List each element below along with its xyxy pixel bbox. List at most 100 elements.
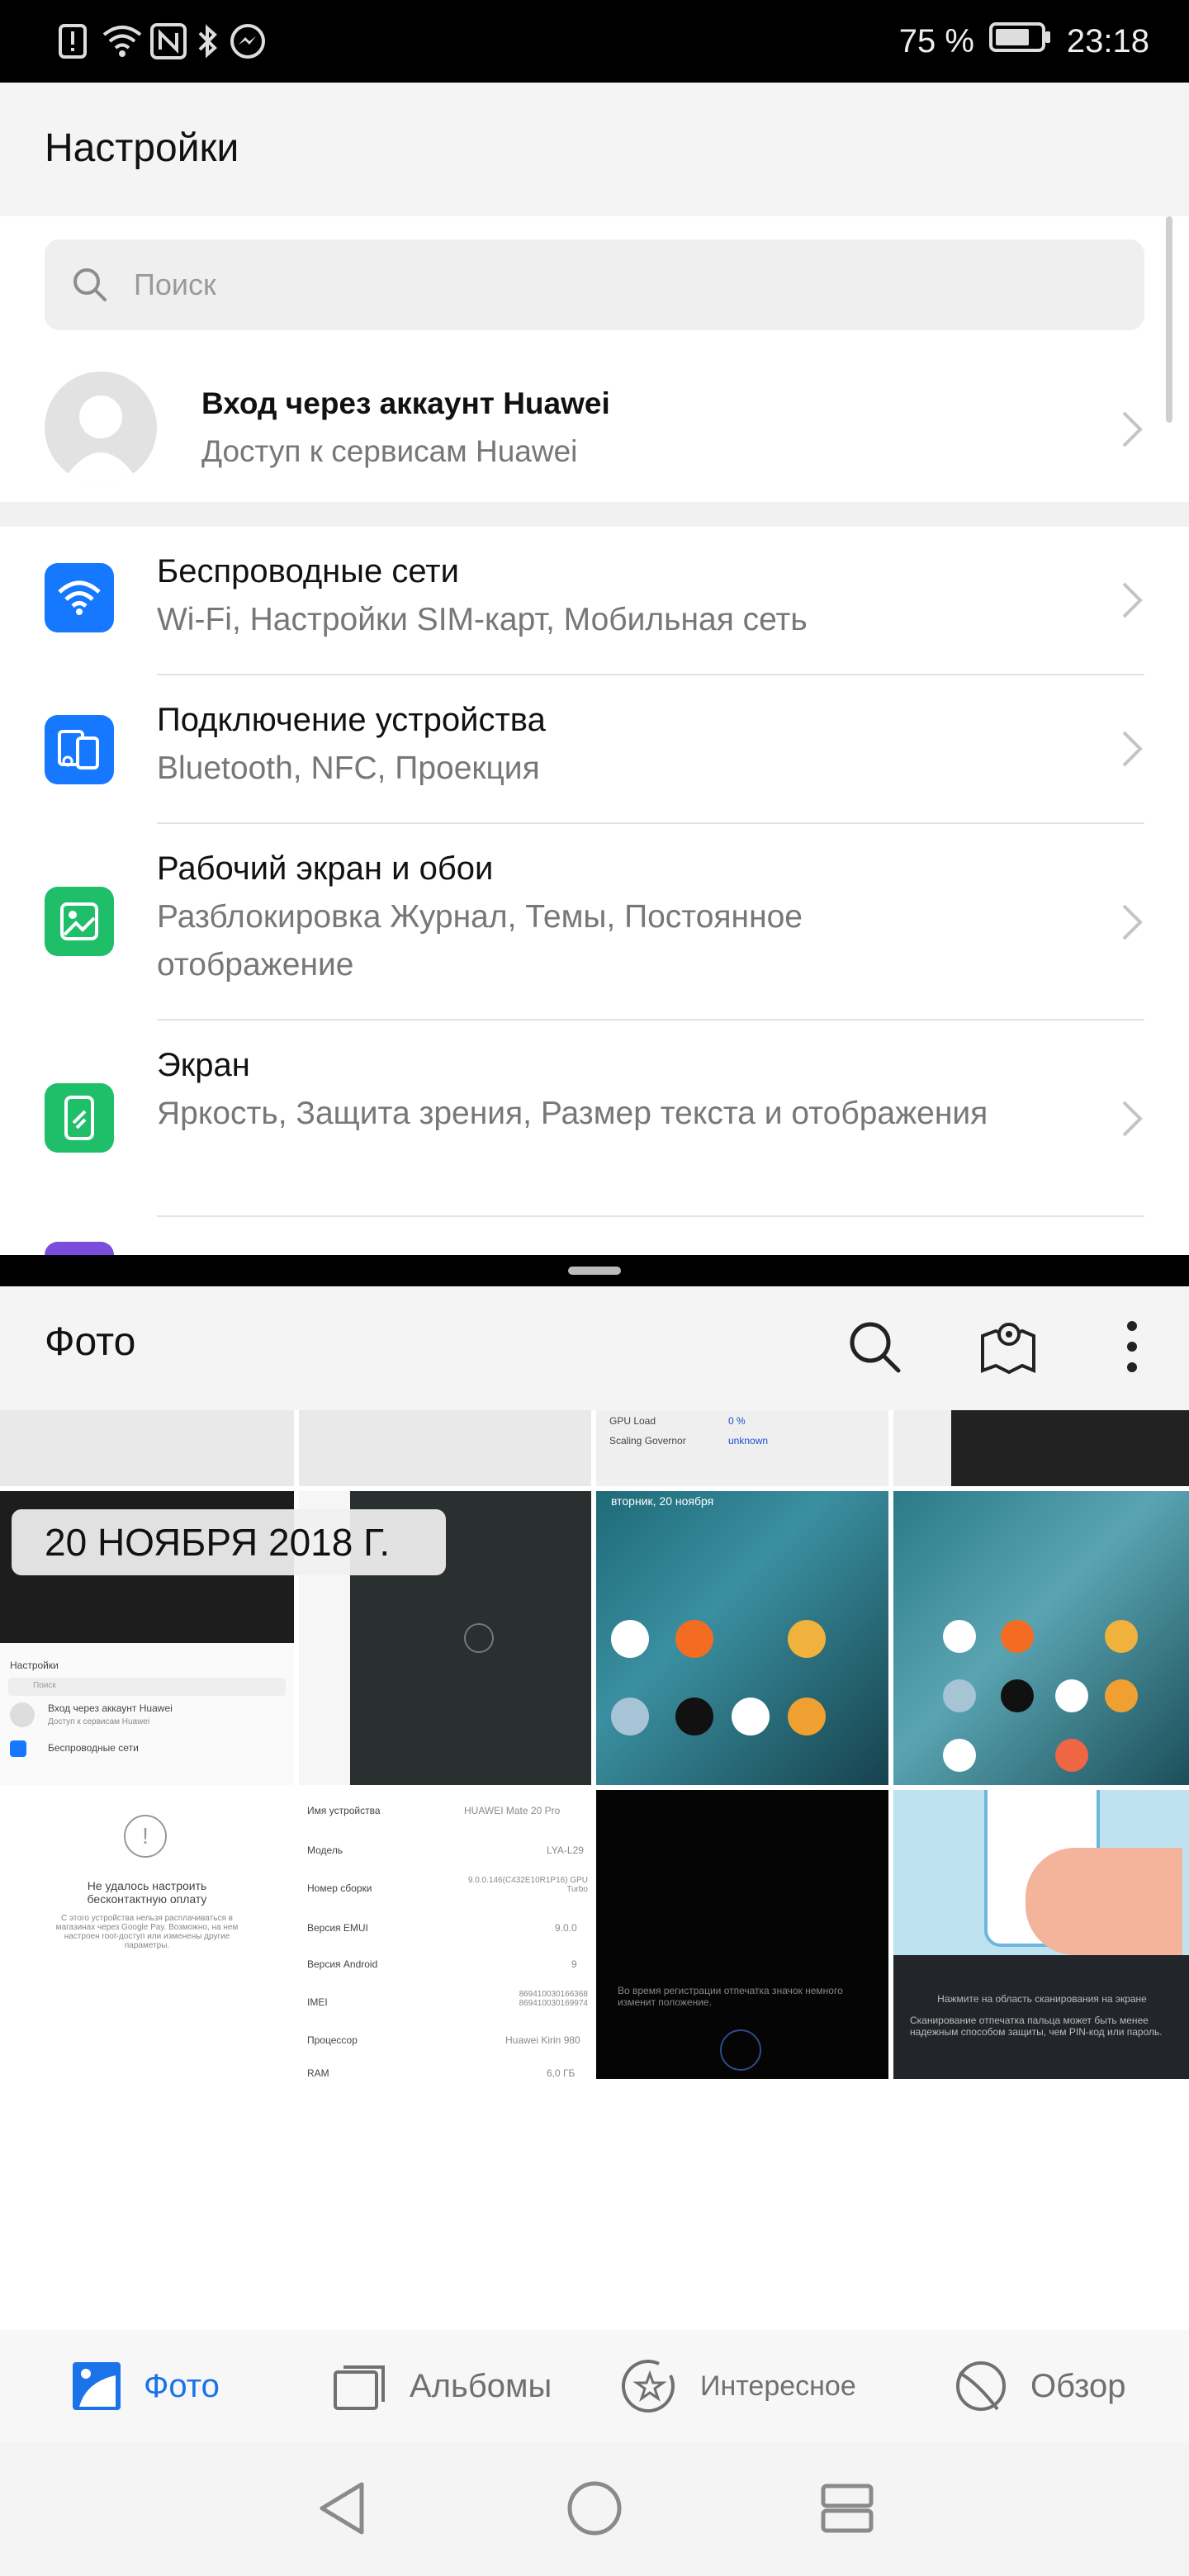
search-icon <box>73 268 107 301</box>
settings-item-title: Рабочий экран и обои <box>157 850 494 887</box>
thumb-text: Доступ к сервисам Huawei <box>48 1717 150 1726</box>
photos-app-bar: Фото <box>0 1286 1189 1410</box>
account-subtitle: Доступ к сервисам Huawei <box>201 434 578 468</box>
date-header: 20 НОЯБРЯ 2018 Г. <box>12 1509 446 1575</box>
settings-item-device-connection[interactable]: Подключение устройства Bluetooth, NFC, П… <box>0 675 1189 824</box>
clock: 23:18 <box>1066 22 1149 59</box>
thumb-text: RAM <box>307 2067 329 2079</box>
account-title: Вход через аккаунт Huawei <box>201 386 610 420</box>
photo-thumbnail[interactable] <box>893 1491 1189 1785</box>
settings-item-display[interactable]: Экран Яркость, Защита зрения, Размер тек… <box>0 1020 1189 1217</box>
drag-handle[interactable] <box>568 1267 621 1275</box>
settings-item-subtitle: Разблокировка Журнал, Темы, Постоянное о… <box>157 899 803 983</box>
discover-icon <box>956 2361 1006 2411</box>
tab-label: Фото <box>144 2367 220 2404</box>
battery-percent: 75 % <box>898 22 974 59</box>
settings-item-title: Подключение устройства <box>157 702 546 738</box>
thumb-text: 6,0 ГБ <box>547 2067 576 2079</box>
nfc-icon <box>150 21 187 61</box>
photo-thumbnail[interactable]: Нажмите на область сканирования на экран… <box>893 1790 1189 2079</box>
thumb-text: Настройки <box>10 1660 59 1671</box>
status-bar: 75 % 23:18 <box>0 0 1189 83</box>
wifi-status-icon <box>102 21 142 61</box>
huawei-account-row[interactable]: Вход через аккаунт Huawei Доступ к серви… <box>0 357 1189 502</box>
search-icon <box>850 1322 901 1373</box>
thumb-text: IMEI <box>307 1996 328 2008</box>
settings-item-partial[interactable] <box>0 1217 1189 1255</box>
photo-thumbnail[interactable]: ! Не удалось настроить бесконтактную опл… <box>0 1790 294 2079</box>
thumb-text: Модель <box>307 1844 343 1856</box>
photos-tab-icon <box>73 2362 121 2410</box>
tab-label: Обзор <box>1030 2367 1126 2404</box>
home-button[interactable] <box>561 2475 628 2541</box>
bluetooth-icon <box>197 21 220 61</box>
tab-label: Интересное <box>700 2370 856 2402</box>
alert-icon <box>58 21 88 61</box>
thumb-text: 9.0.0 <box>555 1922 577 1934</box>
more-vert-icon <box>1127 1321 1137 1372</box>
thumb-text: 0 % <box>728 1415 746 1427</box>
split-screen-divider[interactable] <box>0 1255 1189 1286</box>
star-circle-icon <box>622 2360 675 2413</box>
chevron-right-icon <box>1122 904 1143 940</box>
scrollbar[interactable] <box>1166 216 1172 423</box>
back-button[interactable] <box>309 2475 375 2541</box>
system-navigation-bar <box>0 2442 1189 2576</box>
tab-albums[interactable]: Альбомы <box>332 2351 552 2421</box>
messenger-icon <box>230 21 266 61</box>
search-input[interactable]: Поиск <box>45 239 1144 330</box>
search-placeholder: Поиск <box>134 268 216 301</box>
chevron-right-icon <box>1122 731 1143 767</box>
albums-icon <box>334 2365 385 2410</box>
map-button[interactable] <box>971 1309 1045 1384</box>
wifi-icon <box>45 563 114 632</box>
photos-title: Фото <box>45 1320 136 1364</box>
photo-thumbnail[interactable]: Во время регистрации отпечатка значок не… <box>596 1790 888 2079</box>
wallpaper-icon <box>45 887 114 956</box>
photo-thumbnail[interactable] <box>0 1410 294 1486</box>
chevron-right-icon <box>1122 582 1143 618</box>
thumb-text: Scaling Governor <box>609 1435 686 1447</box>
thumb-text: Нажмите на область сканирования на экран… <box>937 1993 1147 2005</box>
settings-item-home-screen[interactable]: Рабочий экран и обои Разблокировка Журна… <box>0 824 1189 1020</box>
search-button[interactable] <box>837 1309 912 1384</box>
photo-thumbnail[interactable] <box>893 1410 1189 1486</box>
thumb-text: Huawei Kirin 980 <box>505 2034 580 2046</box>
tab-label: Альбомы <box>410 2367 552 2404</box>
settings-item-subtitle: Яркость, Защита зрения, Размер текста и … <box>157 1096 988 1131</box>
thumb-text: Не удалось настроить бесконтактную оплат… <box>87 1879 207 1906</box>
thumb-text: 869410030166368 869410030169974 <box>519 1990 588 2008</box>
map-icon <box>981 1323 1035 1375</box>
thumb-text: unknown <box>728 1435 769 1447</box>
settings-panel[interactable]: Поиск Вход через аккаунт Huawei Доступ к… <box>0 216 1189 1255</box>
more-options-button[interactable] <box>1095 1309 1169 1384</box>
tab-discover[interactable]: Обзор <box>953 2351 1126 2421</box>
thumb-text: LYA-L29 <box>547 1844 584 1856</box>
chevron-right-icon <box>1122 411 1143 447</box>
photo-thumbnail[interactable]: Имя устройства HUAWEI Mate 20 Pro Модель… <box>299 1790 591 2079</box>
photo-thumbnail[interactable]: GPU Load 0 % Scaling Governor unknown <box>596 1410 888 1486</box>
bottom-navigation: Фото Альбомы Интересное Обзор <box>0 2330 1189 2442</box>
recents-icon <box>821 2484 874 2533</box>
settings-item-title: Экран <box>157 1047 250 1083</box>
thumb-text: Во время регистрации отпечатка значок не… <box>618 1985 843 2008</box>
chevron-right-icon <box>1122 1101 1143 1137</box>
thumb-text: HUAWEI Mate 20 Pro <box>464 1805 561 1816</box>
display-icon <box>45 1083 114 1153</box>
settings-item-icon <box>45 1242 114 1255</box>
thumb-text: Имя устройства <box>307 1805 381 1816</box>
tab-interesting[interactable]: Интересное <box>621 2351 856 2421</box>
photo-thumbnail[interactable]: вторник, 20 ноября <box>596 1491 888 1785</box>
thumb-text: Беспроводные сети <box>48 1742 139 1754</box>
thumb-text: 9.0.0.146(C432E10R1P16) GPU Turbo <box>467 1876 588 1894</box>
recents-button[interactable] <box>814 2475 880 2541</box>
settings-item-wireless[interactable]: Беспроводные сети Wi-Fi, Настройки SIM-к… <box>0 527 1189 675</box>
tab-photos[interactable]: Фото <box>71 2351 220 2421</box>
thumb-text: Поиск <box>33 1681 56 1690</box>
photo-thumbnail[interactable] <box>299 1410 591 1486</box>
thumb-text: Версия Android <box>307 1958 378 1970</box>
settings-app-bar: Настройки <box>0 83 1189 216</box>
back-icon <box>320 2482 364 2535</box>
device-connection-icon <box>45 715 114 784</box>
home-icon <box>567 2481 622 2536</box>
